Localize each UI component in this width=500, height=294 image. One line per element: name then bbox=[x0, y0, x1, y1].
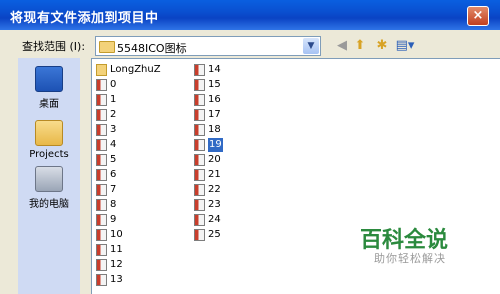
item-label: 2 bbox=[110, 109, 117, 120]
file-icon bbox=[96, 214, 107, 226]
watermark-slogan: 助你轻松解决 bbox=[374, 252, 446, 265]
file-icon bbox=[194, 229, 205, 241]
folder-icon bbox=[35, 120, 63, 146]
title-bar: 将现有文件添加到项目中 × bbox=[0, 0, 500, 30]
item-label: 0 bbox=[110, 79, 117, 90]
folder-icon bbox=[99, 41, 115, 53]
computer-icon bbox=[35, 166, 63, 192]
file-icon bbox=[96, 199, 107, 211]
file-icon bbox=[96, 79, 107, 91]
item-label: 18 bbox=[208, 124, 221, 135]
item-label: 17 bbox=[208, 109, 221, 120]
item-label: LongZhuZ bbox=[110, 64, 161, 75]
places-bar: 桌面 Projects 我的电脑 bbox=[18, 58, 80, 294]
item-label: 20 bbox=[208, 154, 221, 165]
place-label: 桌面 bbox=[39, 99, 59, 110]
file-icon bbox=[96, 169, 107, 181]
item-label: 19 bbox=[208, 138, 223, 152]
up-folder-button[interactable]: ⬆ bbox=[351, 38, 369, 54]
item-label: 21 bbox=[208, 169, 221, 180]
file-icon bbox=[96, 244, 107, 256]
file-icon bbox=[194, 169, 205, 181]
place-projects[interactable]: Projects bbox=[18, 120, 80, 160]
file-icon bbox=[96, 259, 107, 271]
item-label: 25 bbox=[208, 229, 221, 240]
folder-icon bbox=[96, 64, 107, 76]
item-label: 3 bbox=[110, 124, 117, 135]
item-label: 22 bbox=[208, 184, 221, 195]
new-folder-button[interactable]: ✱ bbox=[373, 38, 391, 54]
file-icon bbox=[96, 154, 107, 166]
close-button[interactable]: × bbox=[467, 6, 489, 26]
file-icon bbox=[96, 139, 107, 151]
item-label: 16 bbox=[208, 94, 221, 105]
file-icon bbox=[96, 124, 107, 136]
file-icon bbox=[194, 124, 205, 136]
place-label: Projects bbox=[29, 149, 69, 160]
look-in-value: 5548ICO图标 bbox=[117, 42, 187, 55]
file-icon bbox=[194, 109, 205, 121]
file-icon bbox=[194, 154, 205, 166]
place-label: 我的电脑 bbox=[29, 199, 69, 210]
item-label: 24 bbox=[208, 214, 221, 225]
item-label: 23 bbox=[208, 199, 221, 210]
file-icon bbox=[194, 94, 205, 106]
file-icon bbox=[96, 109, 107, 121]
desktop-icon bbox=[35, 66, 63, 92]
back-button[interactable]: ◀ bbox=[333, 38, 351, 54]
file-icon bbox=[194, 199, 205, 211]
window-title: 将现有文件添加到项目中 bbox=[10, 11, 159, 26]
file-icon bbox=[96, 274, 107, 286]
item-label: 8 bbox=[110, 199, 117, 210]
file-icon bbox=[194, 214, 205, 226]
item-label: 13 bbox=[110, 274, 123, 285]
item-label: 6 bbox=[110, 169, 117, 180]
item-label: 7 bbox=[110, 184, 117, 195]
item-label: 1 bbox=[110, 94, 117, 105]
file-icon bbox=[194, 139, 205, 151]
file-icon bbox=[194, 79, 205, 91]
item-label: 9 bbox=[110, 214, 117, 225]
file-icon bbox=[96, 94, 107, 106]
item-label: 10 bbox=[110, 229, 123, 240]
place-my-computer[interactable]: 我的电脑 bbox=[18, 166, 80, 210]
file-icon bbox=[194, 184, 205, 196]
left-edge bbox=[0, 30, 6, 294]
item-label: 15 bbox=[208, 79, 221, 90]
file-icon bbox=[96, 184, 107, 196]
item-label: 12 bbox=[110, 259, 123, 270]
view-menu-button[interactable]: ▤▾ bbox=[394, 38, 416, 54]
item-label: 5 bbox=[110, 154, 117, 165]
look-in-label: 查找范围 (I): bbox=[22, 40, 86, 53]
chevron-down-icon[interactable]: ▼ bbox=[303, 38, 319, 54]
item-label: 4 bbox=[110, 139, 117, 150]
item-label: 14 bbox=[208, 64, 221, 75]
look-in-dropdown[interactable]: 5548ICO图标 ▼ bbox=[95, 36, 321, 56]
file-icon bbox=[96, 229, 107, 241]
file-icon bbox=[194, 64, 205, 76]
place-desktop[interactable]: 桌面 bbox=[18, 66, 80, 110]
item-label: 11 bbox=[110, 244, 123, 255]
